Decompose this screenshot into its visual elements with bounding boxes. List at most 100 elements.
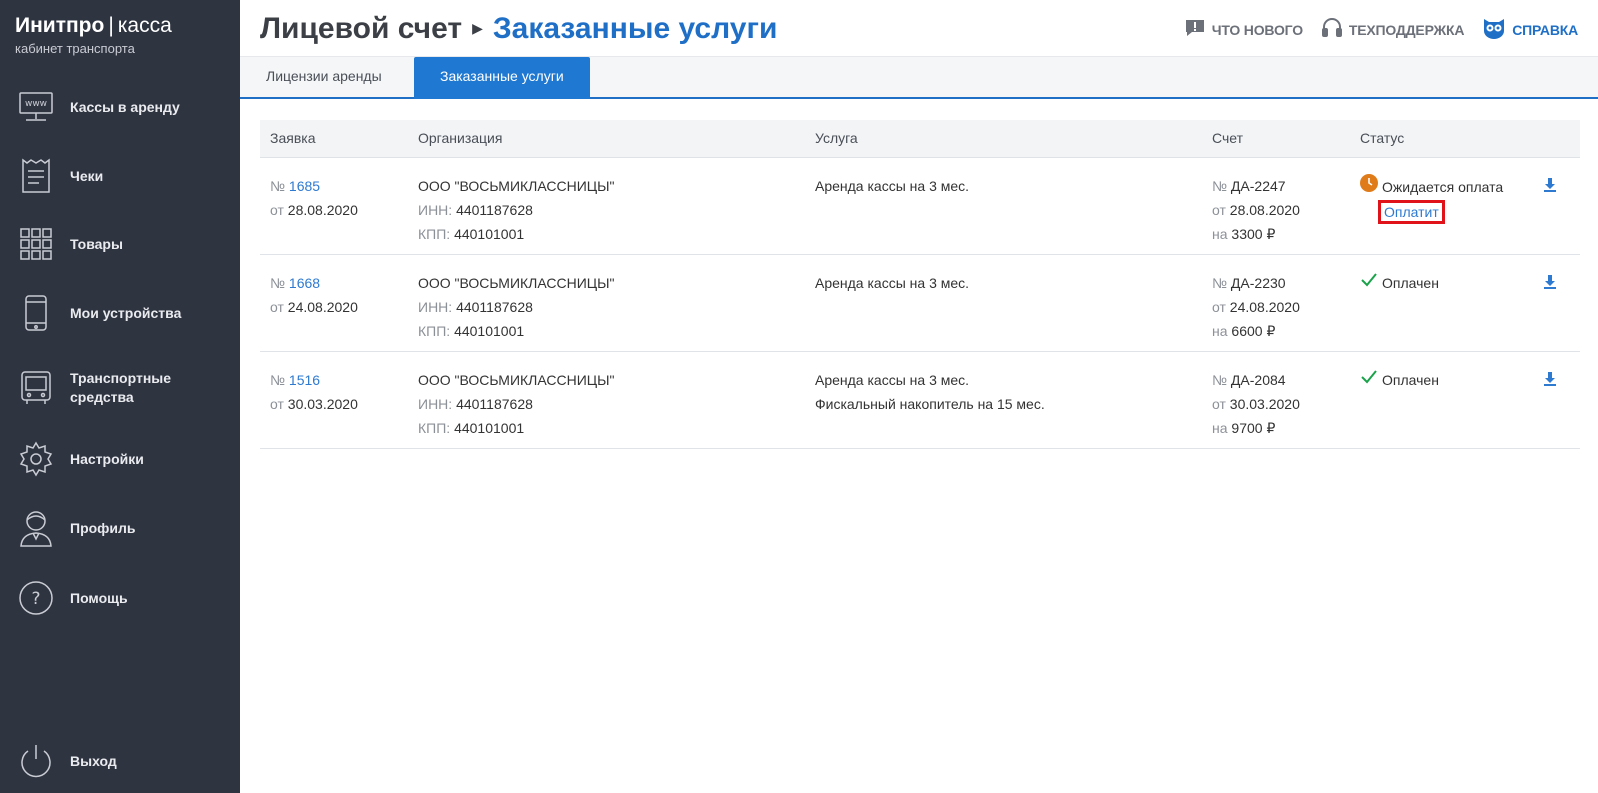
owl-icon (1482, 17, 1506, 42)
order-cell: № 1516 от 30.03.2020 (270, 368, 358, 416)
help-icon: ? (16, 578, 56, 618)
organization-cell: ООО "ВОСЬМИКЛАССНИЦЫ" ИНН: 4401187628 КП… (418, 174, 615, 246)
column-header-invoice: Счет (1212, 130, 1243, 146)
sidebar-item-settings[interactable]: Настройки (0, 439, 240, 479)
sidebar-item-tovary[interactable]: Товары (0, 224, 240, 264)
page-title: Заказанные услуги (492, 12, 778, 45)
service-cell: Аренда кассы на 3 мес. Фискальный накопи… (815, 368, 1045, 416)
inn-label: ИНН: (418, 299, 453, 315)
column-header-organization: Организация (418, 130, 503, 146)
bus-icon (16, 368, 56, 408)
tab-licenses[interactable]: Лицензии аренды (240, 57, 408, 99)
sidebar-item-devices[interactable]: Мои устройства (0, 293, 240, 333)
download-icon[interactable] (1543, 273, 1557, 297)
sidebar-item-transport[interactable]: Транспортные средства (0, 368, 240, 408)
column-header-order: Заявка (270, 130, 316, 146)
sidebar-item-cheki[interactable]: Чеки (0, 156, 240, 196)
order-date-prefix: от (270, 299, 284, 315)
organization-cell: ООО "ВОСЬМИКЛАССНИЦЫ" ИНН: 4401187628 КП… (418, 368, 615, 440)
order-number-link[interactable]: 1685 (289, 178, 320, 194)
pay-link[interactable]: Оплатит (1378, 200, 1445, 224)
download-cell (1543, 370, 1557, 394)
chat-alert-icon (1184, 18, 1206, 41)
breadcrumb: Лицевой счет ▶ Заказанные услуги (260, 12, 777, 46)
headset-icon (1321, 17, 1343, 42)
table-row: № 1516 от 30.03.2020 ООО "ВОСЬМИКЛАССНИЦ… (260, 352, 1580, 449)
tab-ordered-services[interactable]: Заказанные услуги (414, 57, 590, 99)
inn-label: ИНН: (418, 202, 453, 218)
service-item: Фискальный накопитель на 15 мес. (815, 396, 1045, 412)
order-date: 24.08.2020 (287, 299, 358, 315)
organization-cell: ООО "ВОСЬМИКЛАССНИЦЫ" ИНН: 4401187628 КП… (418, 271, 615, 343)
invoice-number: ДА-2084 (1230, 372, 1286, 388)
sidebar-item-label: Профиль (70, 519, 136, 536)
kpp-label: КПП: (418, 420, 451, 436)
brand-name: Инитпро (15, 14, 105, 37)
download-icon[interactable] (1543, 176, 1557, 200)
sidebar-item-profile[interactable]: Профиль (0, 508, 240, 548)
sidebar-item-label: Чеки (70, 167, 104, 184)
service-cell: Аренда кассы на 3 мес. (815, 271, 969, 295)
order-date-prefix: от (270, 202, 284, 218)
receipt-icon (16, 156, 56, 196)
order-number-link[interactable]: 1668 (289, 275, 320, 291)
status-cell: Ожидается оплата Оплатит (1360, 174, 1503, 224)
grid-icon (16, 224, 56, 264)
page-header: Лицевой счет ▶ Заказанные услуги ЧТО НОВОГ… (240, 0, 1598, 57)
org-name: ООО "ВОСЬМИКЛАССНИЦЫ" (418, 275, 615, 291)
sidebar-item-kassy[interactable]: www Кассы в аренду (0, 87, 240, 127)
brand-logo[interactable]: Инитпро | касса (15, 13, 225, 39)
top-links: ЧТО НОВОГО ТЕХПОДДЕРЖКА СПРАВКА (1184, 17, 1578, 42)
order-prefix: № (270, 275, 286, 291)
breadcrumb-parent[interactable]: Лицевой счет (260, 12, 462, 45)
invoice-amount: 9700 ₽ (1231, 420, 1276, 436)
service-cell: Аренда кассы на 3 мес. (815, 174, 969, 198)
order-number-link[interactable]: 1516 (289, 372, 320, 388)
help-link[interactable]: СПРАВКА (1482, 17, 1578, 42)
sidebar: Инитпро | касса кабинет транспорта www Кас… (0, 0, 240, 793)
org-name: ООО "ВОСЬМИКЛАССНИЦЫ" (418, 372, 615, 388)
order-cell: № 1685 от 28.08.2020 (270, 174, 358, 222)
inn-value: 4401187628 (456, 396, 533, 412)
clock-icon (1360, 174, 1378, 199)
inn-value: 4401187628 (456, 299, 533, 315)
gear-icon (16, 439, 56, 479)
whats-new-label: ЧТО НОВОГО (1211, 21, 1303, 38)
table-row: № 1685 от 28.08.2020 ООО "ВОСЬМИКЛАССНИЦ… (260, 158, 1580, 255)
table-row: № 1668 от 24.08.2020 ООО "ВОСЬМИКЛАССНИЦ… (260, 255, 1580, 352)
amount-prefix: на (1212, 420, 1228, 436)
invoice-cell: № ДА-2084 от 30.03.2020 на 9700 ₽ (1212, 368, 1300, 440)
tabs-bar: Лицензии аренды Заказанные услуги (240, 57, 1598, 99)
checkmark-icon (1360, 271, 1378, 295)
order-date: 30.03.2020 (287, 396, 358, 412)
sidebar-item-help[interactable]: ? Помощь (0, 578, 240, 618)
column-header-status: Статус (1360, 130, 1405, 146)
download-cell (1543, 273, 1557, 297)
status-badge: Ожидается оплата (1382, 178, 1504, 195)
sidebar-item-logout[interactable]: Выход (0, 741, 240, 781)
amount-prefix: на (1212, 323, 1228, 339)
invoice-amount: 3300 ₽ (1231, 226, 1276, 242)
invoice-date-prefix: от (1212, 299, 1226, 315)
order-prefix: № (270, 372, 286, 388)
amount-prefix: на (1212, 226, 1228, 242)
order-date: 28.08.2020 (287, 202, 358, 218)
invoice-date: 30.03.2020 (1229, 396, 1300, 412)
whats-new-link[interactable]: ЧТО НОВОГО (1184, 18, 1303, 41)
sidebar-item-label: Товары (70, 235, 123, 252)
invoice-date-prefix: от (1212, 396, 1226, 412)
status-badge: Оплачен (1382, 275, 1439, 291)
chevron-right-icon: ▶ (472, 20, 483, 36)
invoice-number: ДА-2247 (1230, 178, 1286, 194)
support-label: ТЕХПОДДЕРЖКА (1348, 21, 1465, 38)
kpp-value: 440101001 (454, 323, 525, 339)
invoice-prefix: № (1212, 178, 1228, 194)
invoice-amount: 6600 ₽ (1231, 323, 1276, 339)
orders-table: Заявка Организация Услуга Счет Статус № … (260, 120, 1580, 449)
download-cell (1543, 176, 1557, 200)
phone-icon (16, 293, 56, 333)
brand-subtitle: кабинет транспорта (15, 41, 135, 56)
support-link[interactable]: ТЕХПОДДЕРЖКА (1321, 17, 1464, 42)
download-icon[interactable] (1543, 370, 1557, 394)
status-badge: Оплачен (1382, 372, 1439, 388)
